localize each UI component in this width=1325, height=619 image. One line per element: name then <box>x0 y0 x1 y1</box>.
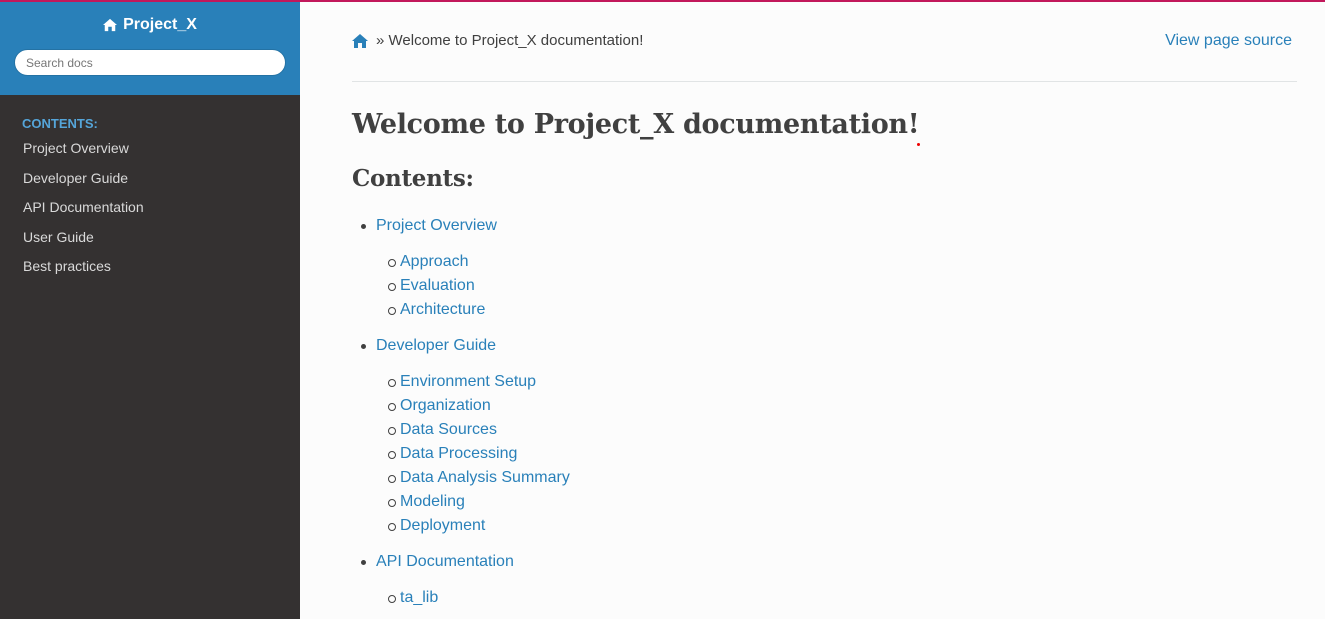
sidebar-item-user-guide[interactable]: User Guide <box>0 228 300 258</box>
toc-link-evaluation[interactable]: Evaluation <box>400 277 475 294</box>
toc-subitem: Environment Setup <box>388 370 1252 394</box>
toc-section: API Documentation ta_lib <box>352 550 1252 610</box>
view-page-source-link[interactable]: View page source <box>1165 32 1292 50</box>
document: » Welcome to Project_X documentation! Vi… <box>352 2 1297 606</box>
sidebar-item-label: Project Overview <box>23 140 129 156</box>
main-content: » Welcome to Project_X documentation! Vi… <box>300 2 1325 619</box>
toc-subitem: Data Analysis Summary <box>388 466 1252 490</box>
brand-name: Project_X <box>123 16 197 33</box>
toc-subitem: Modeling <box>388 490 1252 514</box>
contents-heading: Contents: <box>352 165 474 192</box>
toc-subitem: Architecture <box>388 298 1252 322</box>
toc-link-data-sources[interactable]: Data Sources <box>400 421 497 438</box>
toc-subitem: Evaluation <box>388 274 1252 298</box>
toc-link-api-documentation[interactable]: API Documentation <box>376 550 1252 574</box>
toc-link-modeling[interactable]: Modeling <box>400 493 465 510</box>
toc-link-deployment[interactable]: Deployment <box>400 517 485 534</box>
toc-sublist: Environment Setup Organization Data Sour… <box>376 370 1252 538</box>
toc-subitem: Deployment <box>388 514 1252 538</box>
toc-sublist: Approach Evaluation Architecture <box>376 250 1252 322</box>
brand-link[interactable]: Project_X <box>103 16 197 34</box>
toc-subitem: Data Sources <box>388 418 1252 442</box>
contents-caption: CONTENTS: <box>22 116 98 131</box>
toc-link-environment-setup[interactable]: Environment Setup <box>400 373 536 390</box>
toc-link-data-analysis-summary[interactable]: Data Analysis Summary <box>400 469 570 486</box>
toc-link-ta-lib[interactable]: ta_lib <box>400 589 438 606</box>
sidebar-nav: Project Overview Developer Guide API Doc… <box>0 139 300 287</box>
toc-subitem: Organization <box>388 394 1252 418</box>
toc-section: Developer Guide Environment Setup Organi… <box>352 334 1252 538</box>
search-input[interactable] <box>14 49 286 76</box>
toc-link-developer-guide[interactable]: Developer Guide <box>376 334 1252 358</box>
page-title: Welcome to Project_X documentation! <box>352 109 920 140</box>
breadcrumb-current: » Welcome to Project_X documentation! <box>376 32 644 49</box>
sidebar: Project_X CONTENTS: Project Overview Dev… <box>0 2 300 619</box>
home-icon[interactable] <box>352 34 368 48</box>
home-icon <box>103 18 118 32</box>
toc-subitem: ta_lib <box>388 586 1252 610</box>
sidebar-item-developer-guide[interactable]: Developer Guide <box>0 169 300 199</box>
toc-link-organization[interactable]: Organization <box>400 397 491 414</box>
toc-subitem: Data Processing <box>388 442 1252 466</box>
cursor-dot <box>917 143 920 146</box>
sidebar-item-label: Developer Guide <box>23 169 129 186</box>
sidebar-header: Project_X <box>0 2 300 95</box>
sidebar-item-label: User Guide <box>23 228 94 245</box>
sidebar-item-label: API Documentation <box>23 199 144 215</box>
toc-link-architecture[interactable]: Architecture <box>400 301 485 318</box>
breadcrumb: » Welcome to Project_X documentation! Vi… <box>352 2 1297 82</box>
toc-subitem: Approach <box>388 250 1252 274</box>
sidebar-item-project-overview[interactable]: Project Overview <box>0 139 300 169</box>
sidebar-item-api-documentation[interactable]: API Documentation <box>0 198 300 228</box>
toc-link-project-overview[interactable]: Project Overview <box>376 214 1252 238</box>
toc: Project Overview Approach Evaluation Arc… <box>352 214 1252 619</box>
sidebar-item-best-practices[interactable]: Best practices <box>0 257 300 287</box>
toc-link-approach[interactable]: Approach <box>400 253 469 270</box>
toc-link-data-processing[interactable]: Data Processing <box>400 445 517 462</box>
toc-sublist: ta_lib <box>376 586 1252 610</box>
toc-section: Project Overview Approach Evaluation Arc… <box>352 214 1252 322</box>
sidebar-item-label: Best practices <box>23 258 111 274</box>
